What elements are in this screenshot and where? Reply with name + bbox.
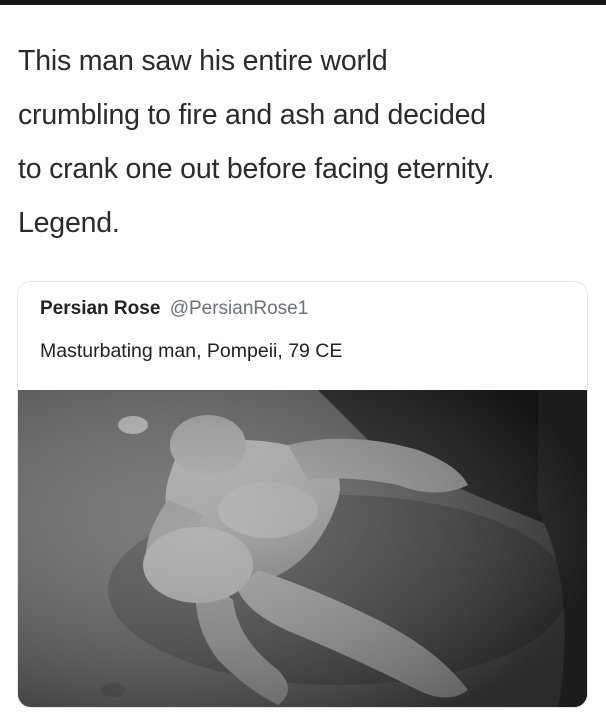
post-caption: This man saw his entire world crumbling … (18, 34, 593, 250)
tweet-handle[interactable]: @PersianRose1 (170, 298, 309, 319)
tweet-photo[interactable] (18, 390, 587, 707)
caption-line: to crank one out before facing eternity. (18, 153, 495, 185)
caption-line: This man saw his entire world (18, 45, 388, 77)
tweet-header: Persian Rose @PersianRose1 (40, 298, 308, 320)
plaster-cast-photo-icon (18, 390, 587, 707)
caption-line: crumbling to fire and ash and decided (18, 99, 486, 131)
tweet-display-name[interactable]: Persian Rose (40, 298, 160, 319)
tweet-text: Masturbating man, Pompeii, 79 CE (40, 340, 343, 362)
quoted-tweet-card[interactable]: Persian Rose @PersianRose1 Masturbating … (17, 281, 588, 708)
caption-line: Legend. (18, 207, 120, 239)
top-bar (0, 0, 606, 5)
